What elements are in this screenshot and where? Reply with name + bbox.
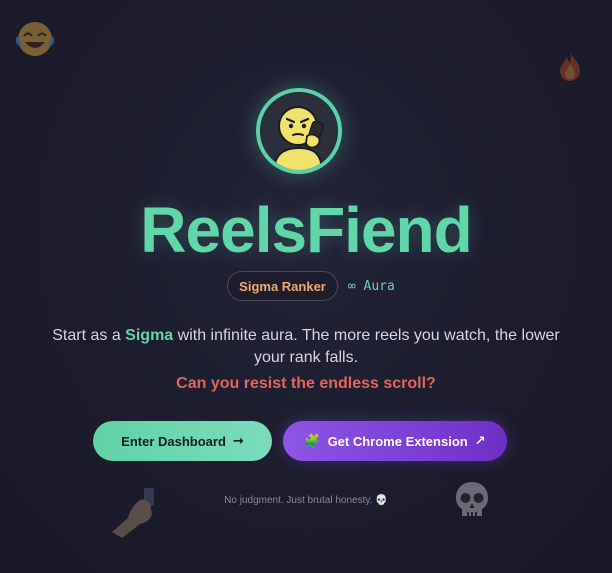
get-chrome-extension-label: Get Chrome Extension xyxy=(327,433,468,449)
get-chrome-extension-button[interactable]: 🧩 Get Chrome Extension ↗ xyxy=(283,421,507,461)
puzzle-piece-icon: 🧩 xyxy=(304,433,321,449)
description-prefix: Start as a xyxy=(52,327,126,344)
app-logo xyxy=(256,88,342,174)
enter-dashboard-label: Enter Dashboard xyxy=(121,433,226,449)
fire-emoji-icon xyxy=(556,50,584,82)
footer-note-text: No judgment. Just brutal honesty. xyxy=(224,495,373,506)
footer-note: No judgment. Just brutal honesty. 💀 xyxy=(0,494,612,508)
hero-description: Start as a Sigma with infinite aura. The… xyxy=(40,325,572,369)
app-title: ReelsFiend xyxy=(140,194,472,266)
landing-page: ReelsFiend Sigma Ranker ∞ Aura Start as … xyxy=(0,0,612,573)
external-arrow-icon: ↗ xyxy=(474,433,486,449)
rank-status-row: Sigma Ranker ∞ Aura xyxy=(0,271,612,301)
skull-icon: 💀 xyxy=(375,495,388,506)
description-highlight: Sigma xyxy=(125,327,174,344)
hero-tagline: Can you resist the endless scroll? xyxy=(176,375,436,392)
aura-label: ∞ Aura xyxy=(347,278,395,294)
enter-dashboard-button[interactable]: Enter Dashboard → xyxy=(93,421,272,461)
arrow-right-icon: → xyxy=(232,433,244,449)
laughing-emoji-icon xyxy=(14,18,56,60)
rank-badge: Sigma Ranker xyxy=(227,271,338,301)
description-suffix: with infinite aura. The more reels you w… xyxy=(173,327,560,366)
